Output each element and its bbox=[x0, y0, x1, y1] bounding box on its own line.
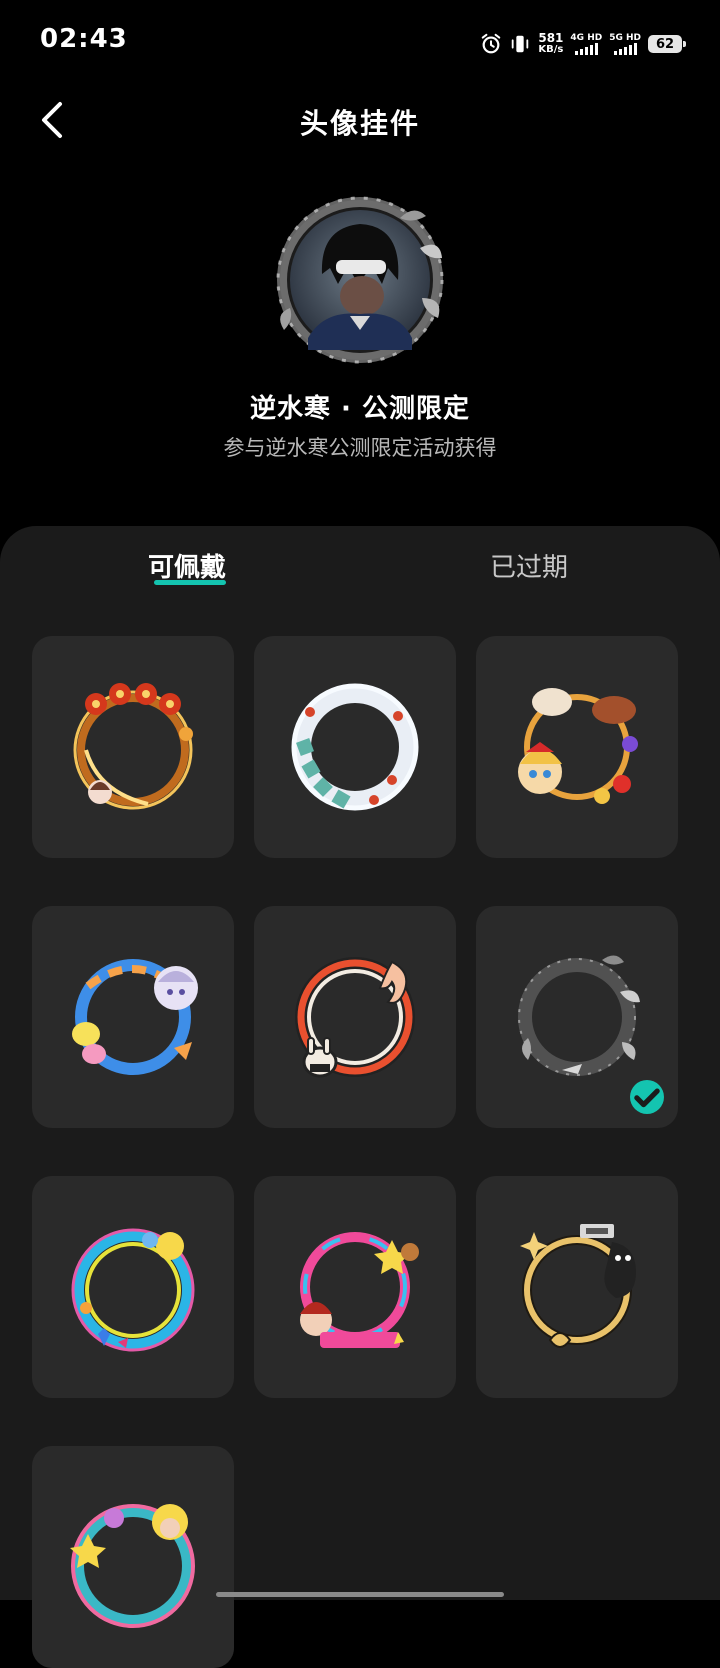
top-nav: 头像挂件 bbox=[0, 90, 720, 150]
pendant-card-cartoon-party[interactable] bbox=[32, 1446, 234, 1668]
vibrate-icon bbox=[512, 35, 529, 53]
sim1-label: 4G HD bbox=[570, 33, 603, 43]
pendant-frame-icon bbox=[520, 1224, 636, 1348]
pendant-card-gold-sale-cat[interactable] bbox=[476, 1176, 678, 1398]
pendant-card-new-year-lantern[interactable] bbox=[32, 636, 234, 858]
network-speed: 581 KB/s bbox=[538, 32, 563, 56]
sim2-signal: 5G HD bbox=[609, 33, 641, 55]
alarm-icon bbox=[482, 33, 501, 54]
net-speed-unit: KB/s bbox=[538, 44, 564, 55]
battery-level: 62 bbox=[655, 36, 675, 52]
pendant-card-ink-wash-silver[interactable] bbox=[476, 906, 678, 1128]
avatar-with-pendant bbox=[276, 196, 444, 364]
pendant-card-blue-ribbon-anime[interactable] bbox=[32, 906, 234, 1128]
signal-bars-icon bbox=[613, 43, 637, 55]
pendant-frame-icon bbox=[71, 1228, 195, 1352]
tab-expired[interactable]: 已过期 bbox=[490, 548, 568, 588]
pendant-frame-icon bbox=[518, 688, 638, 804]
avatar-preview bbox=[260, 188, 460, 368]
active-tab-indicator bbox=[154, 580, 226, 585]
battery-indicator: 62 bbox=[648, 35, 686, 53]
pendant-card-rainbow-neon[interactable] bbox=[32, 1176, 234, 1398]
pendant-sheet: 可佩戴 已过期 bbox=[0, 526, 720, 1668]
pendant-card-snow-cloud[interactable] bbox=[254, 636, 456, 858]
net-speed-value: 581 bbox=[538, 31, 564, 45]
home-indicator[interactable] bbox=[216, 1592, 504, 1597]
checkmark-icon bbox=[634, 1088, 660, 1108]
page-title: 头像挂件 bbox=[299, 107, 420, 140]
clock: 02:43 bbox=[40, 24, 128, 54]
pendant-card-pink-star-girl[interactable] bbox=[254, 1176, 456, 1398]
selected-check-badge bbox=[630, 1080, 664, 1114]
pendant-card-doll-horse[interactable] bbox=[476, 636, 678, 858]
pendant-frame-icon bbox=[300, 1232, 419, 1348]
sim2-label: 5G HD bbox=[609, 33, 641, 43]
pendant-card-zero-red-flame[interactable] bbox=[254, 906, 456, 1128]
pendant-frame-icon bbox=[73, 683, 193, 810]
pendant-frame-icon bbox=[295, 957, 415, 1078]
status-bar: 02:43 581 KB/s 4G HD 5G HD 62 bbox=[0, 0, 720, 84]
pendant-frame-icon bbox=[291, 683, 419, 811]
signal-bars-icon bbox=[574, 43, 598, 55]
sim1-signal: 4G HD bbox=[570, 33, 602, 55]
pendant-description: 参与逆水寒公测限定活动获得 bbox=[223, 436, 497, 460]
pendant-frame-icon bbox=[70, 1504, 195, 1628]
pendant-name: 逆水寒 · 公测限定 bbox=[250, 394, 470, 424]
status-icons: 581 KB/s 4G HD 5G HD 62 bbox=[480, 28, 686, 60]
pendant-frame-icon bbox=[72, 959, 198, 1075]
